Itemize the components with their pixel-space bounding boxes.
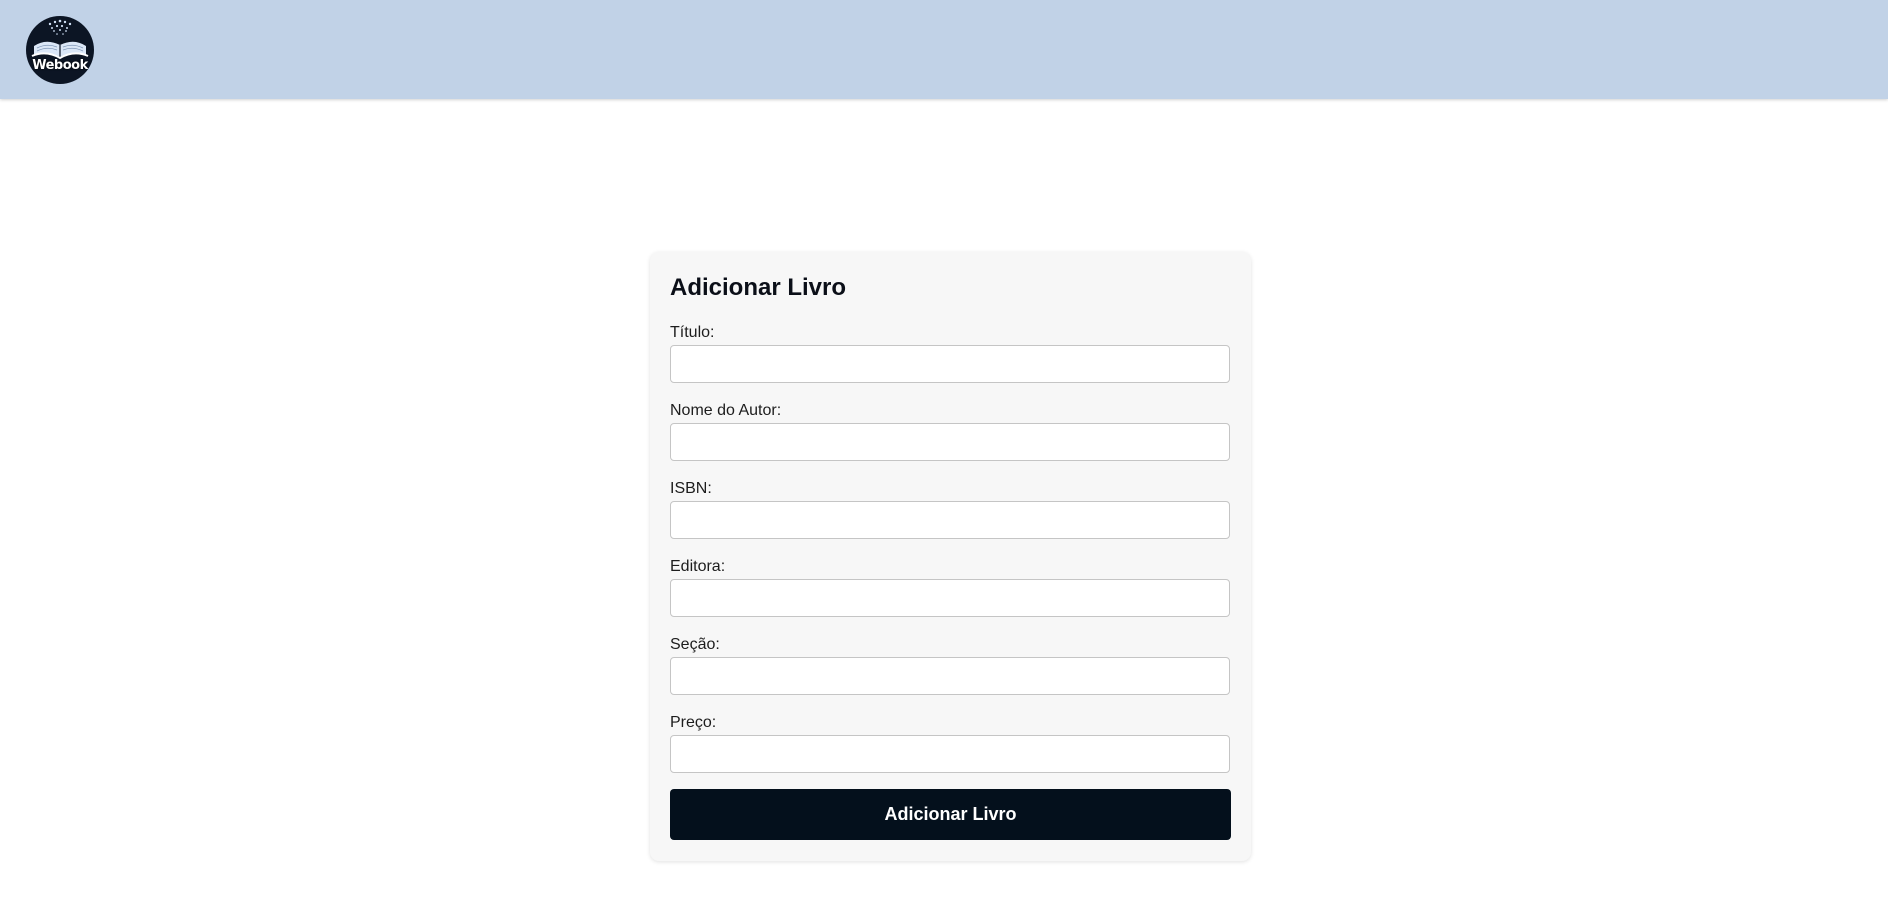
section-input[interactable] — [670, 657, 1230, 695]
top-navbar: Webook — [0, 0, 1888, 99]
price-input[interactable] — [670, 735, 1230, 773]
isbn-input[interactable] — [670, 501, 1230, 539]
price-label: Preço: — [670, 714, 717, 731]
title-input[interactable] — [670, 345, 1230, 383]
form-title: Adicionar Livro — [670, 274, 847, 301]
author-label: Nome do Autor: — [670, 402, 782, 419]
add-book-button[interactable]: Adicionar Livro — [670, 789, 1231, 840]
title-label: Título: — [670, 324, 715, 341]
logo-wordmark: Webook — [32, 58, 88, 73]
publisher-input[interactable] — [670, 579, 1230, 617]
section-label: Seção: — [670, 636, 720, 653]
isbn-label: ISBN: — [670, 480, 712, 497]
publisher-label: Editora: — [670, 558, 726, 575]
add-book-form: Adicionar Livro Título: Nome do Autor: I… — [650, 252, 1251, 861]
author-input[interactable] — [670, 423, 1230, 461]
webook-logo[interactable]: Webook — [26, 16, 94, 84]
open-book-icon — [31, 19, 89, 60]
